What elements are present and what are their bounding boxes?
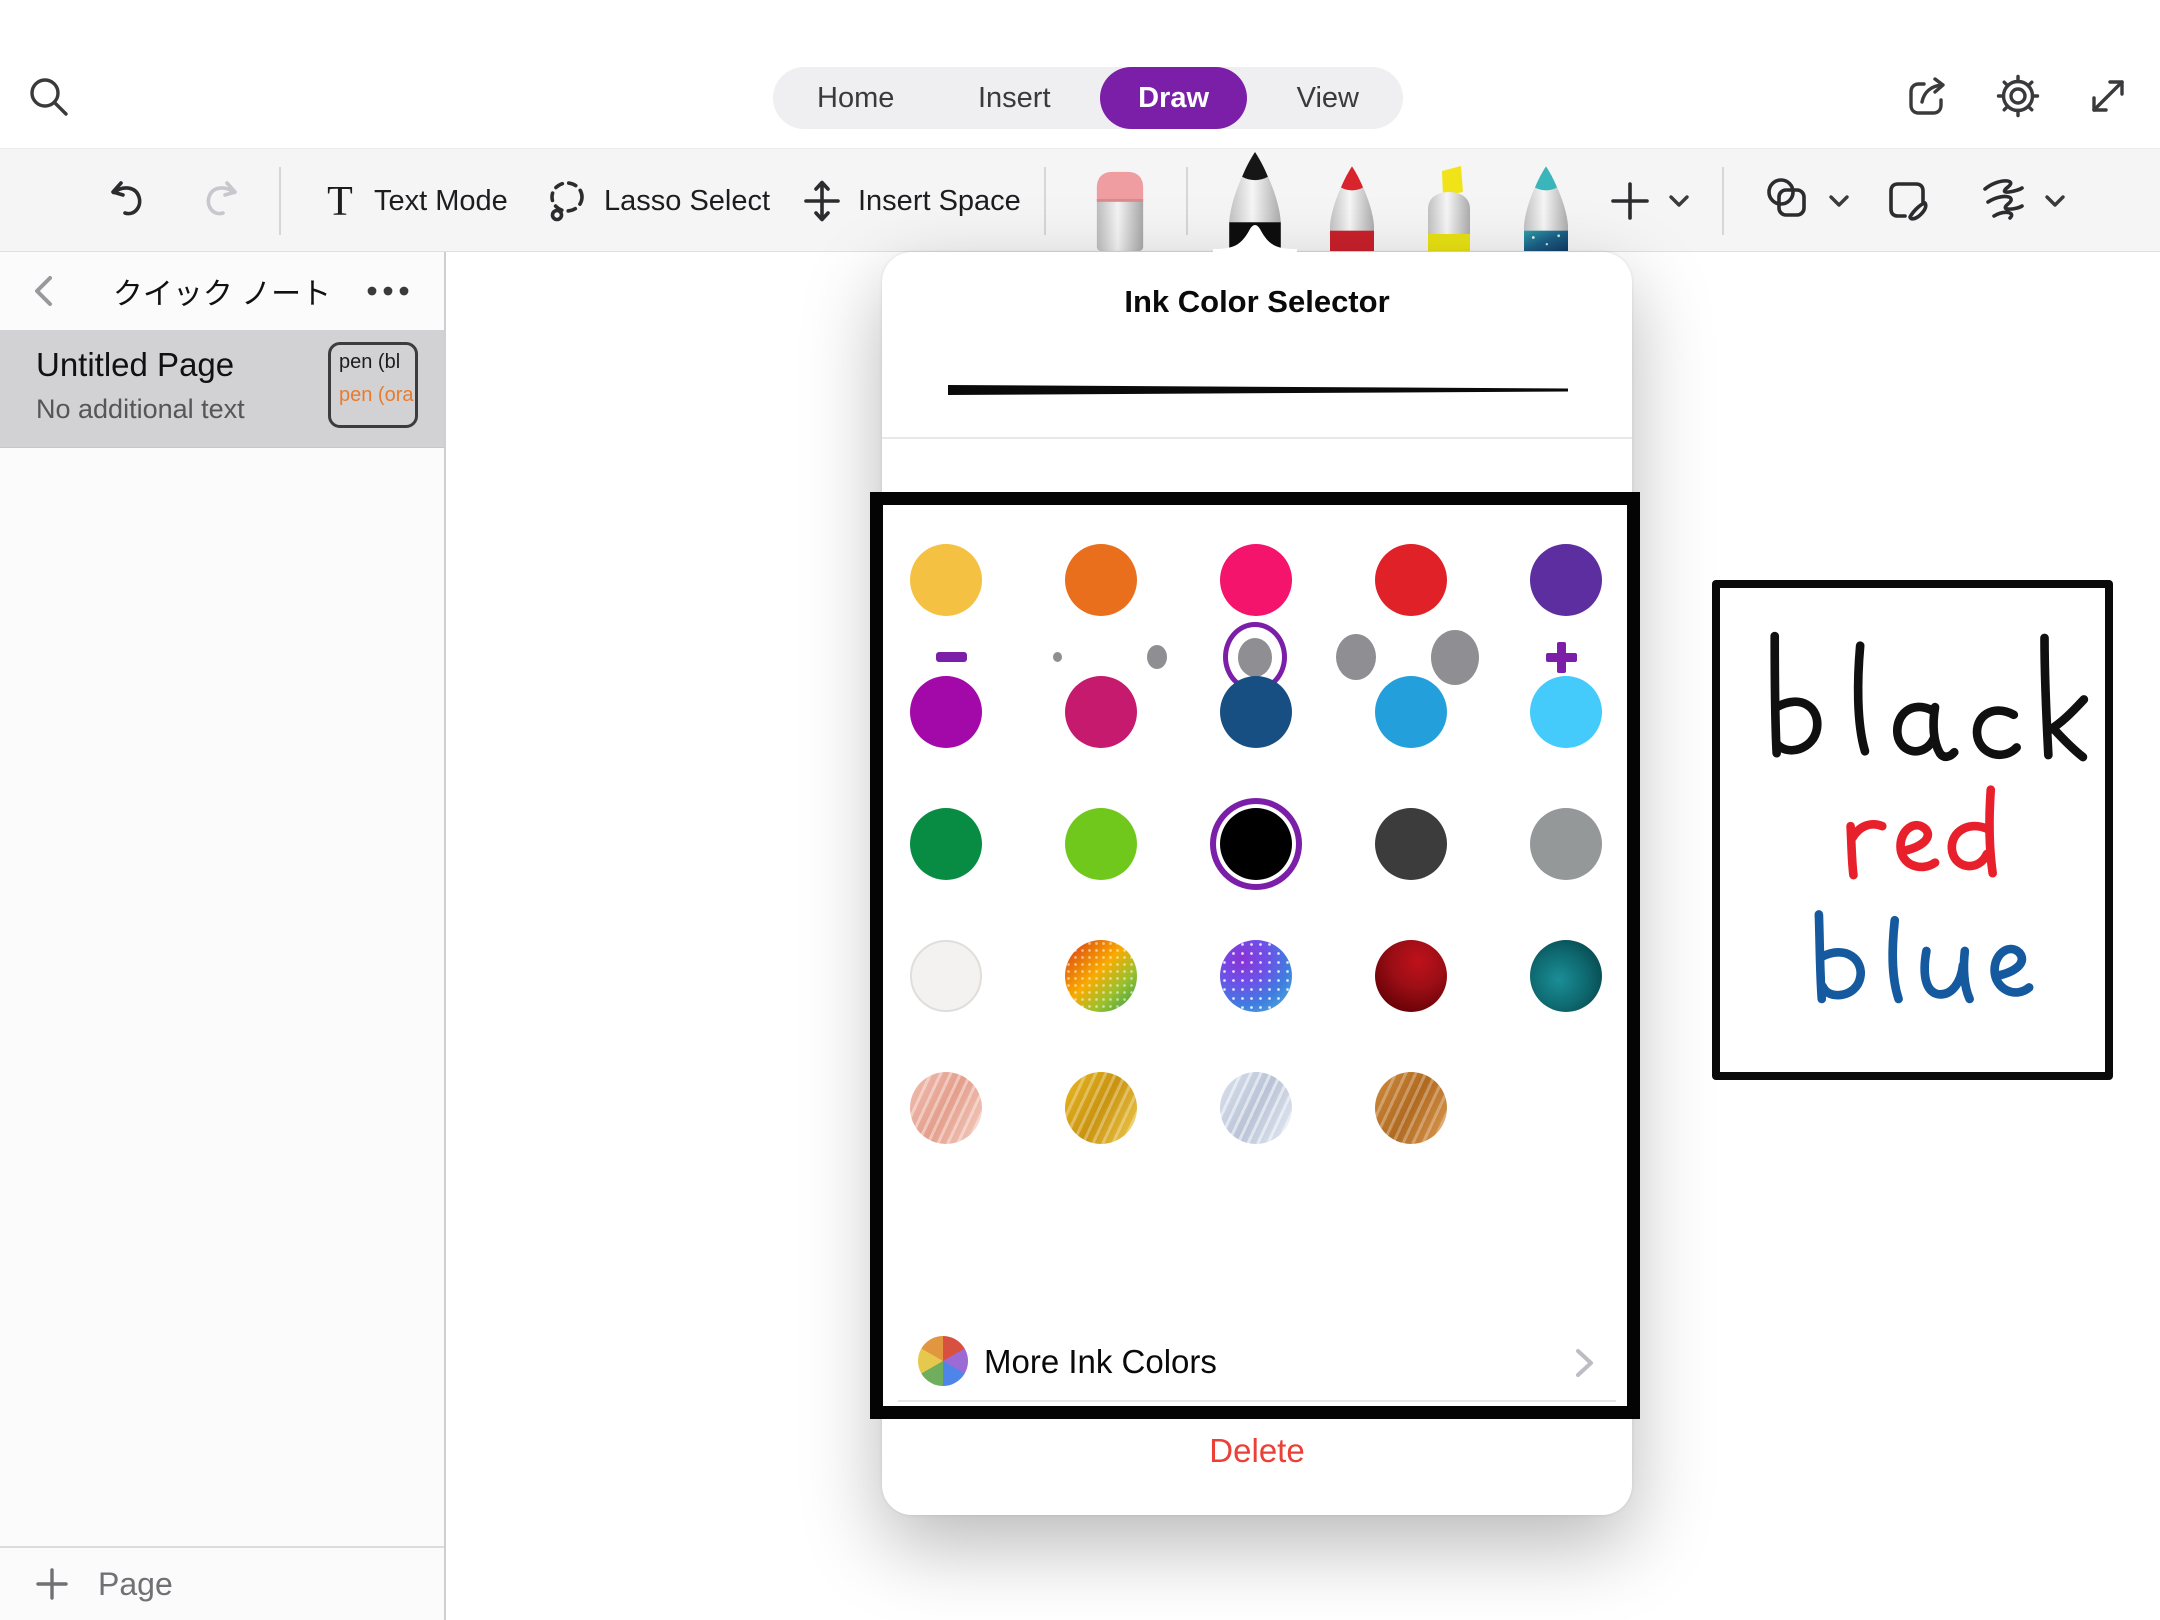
delete-pen-button[interactable]: Delete — [882, 1432, 1632, 1470]
onenote-app: Home Insert Draw View — [0, 0, 2160, 1620]
text-mode-icon: T — [318, 177, 362, 225]
ink-swatch-pink[interactable] — [1220, 544, 1292, 616]
ink-swatch-black[interactable] — [1220, 808, 1292, 880]
eraser-tool[interactable] — [1088, 170, 1152, 251]
text-mode-button[interactable]: T Text Mode — [318, 149, 508, 253]
ink-swatch-blue[interactable] — [1375, 676, 1447, 748]
chevron-down-icon — [2042, 188, 2068, 214]
redo-button[interactable] — [196, 149, 244, 253]
handwriting-annotation-box — [1712, 580, 2113, 1080]
insert-space-button[interactable]: Insert Space — [798, 149, 1021, 253]
ribbon-divider — [279, 167, 281, 235]
ink-swatch-copper[interactable] — [1375, 1072, 1447, 1144]
ribbon-divider — [1186, 167, 1188, 235]
ink-swatch-gray[interactable] — [1530, 808, 1602, 880]
ink-swatch-teal-marble[interactable] — [1530, 940, 1602, 1012]
ink-swatch-magenta[interactable] — [910, 676, 982, 748]
lasso-icon — [542, 176, 592, 226]
ink-color-grid — [882, 252, 1632, 1312]
chevron-down-icon — [1826, 188, 1852, 214]
text-mode-label: Text Mode — [374, 185, 508, 218]
ink-swatch-red[interactable] — [1375, 544, 1447, 616]
page-list-item[interactable]: Untitled Page No additional text pen (bl… — [0, 330, 444, 448]
notebook-title: クイック ノート — [113, 269, 331, 313]
ribbon-tab-bar: Home Insert Draw View — [773, 67, 1403, 129]
ink-note-icon — [1883, 176, 1933, 226]
ink-color-selector-popup: Ink Color Selector More Ink Colors Delet… — [882, 252, 1632, 1515]
insert-space-icon — [798, 177, 846, 225]
popup-callout-arrow — [1213, 220, 1297, 254]
search-icon[interactable] — [24, 72, 72, 120]
ink-swatch-dark-blue[interactable] — [1220, 676, 1292, 748]
ink-swatch-ruby[interactable] — [1375, 940, 1447, 1012]
ink-replay-button[interactable] — [1978, 149, 2068, 253]
lasso-select-button[interactable]: Lasso Select — [542, 149, 770, 253]
svg-text:T: T — [327, 179, 353, 225]
ink-swatch-light-green[interactable] — [1065, 808, 1137, 880]
expand-icon[interactable] — [2086, 74, 2130, 118]
ink-swatch-rainbow-glitter[interactable] — [1065, 940, 1137, 1012]
chevron-right-icon — [1570, 1346, 1598, 1380]
divider — [898, 1400, 1616, 1402]
ink-swatch-orange[interactable] — [1065, 544, 1137, 616]
back-chevron-icon[interactable] — [26, 272, 62, 310]
settings-gear-icon[interactable] — [1994, 72, 2042, 120]
ink-swatch-raspberry[interactable] — [1065, 676, 1137, 748]
tab-home[interactable]: Home — [783, 67, 928, 129]
plus-icon — [32, 1564, 72, 1604]
page-list-sidebar: クイック ノート Untitled Page No additional tex… — [0, 252, 446, 1620]
thumbnail-ink-line: pen (ora — [339, 384, 415, 407]
page-subtitle: No additional text — [36, 394, 245, 425]
ink-swatch-dark-gray[interactable] — [1375, 808, 1447, 880]
add-page-button[interactable]: Page — [0, 1546, 444, 1620]
lasso-select-label: Lasso Select — [604, 185, 770, 218]
add-page-label: Page — [98, 1566, 173, 1603]
ink-swatch-white[interactable] — [910, 940, 982, 1012]
ink-swatch-yellow[interactable] — [910, 544, 982, 616]
red-pen-tool[interactable] — [1315, 163, 1389, 251]
galaxy-pen-tool[interactable] — [1509, 163, 1583, 251]
shapes-icon — [1762, 175, 1814, 227]
share-icon[interactable] — [1904, 72, 1952, 120]
thumbnail-ink-line: pen (bl — [339, 351, 415, 374]
ink-swatch-galaxy[interactable] — [1220, 940, 1292, 1012]
ink-to-shape-button[interactable] — [1883, 149, 1933, 253]
top-bar: Home Insert Draw View — [0, 0, 2160, 148]
ink-replay-icon — [1978, 175, 2030, 227]
tab-insert[interactable]: Insert — [944, 67, 1085, 129]
sidebar-header: クイック ノート — [0, 252, 444, 330]
more-ink-colors-label: More Ink Colors — [984, 1343, 1217, 1381]
handwritten-word-blue — [1819, 914, 2029, 998]
insert-space-label: Insert Space — [858, 185, 1021, 218]
page-title: Untitled Page — [36, 346, 234, 384]
draw-ribbon: T Text Mode Lasso Select Insert Space — [0, 148, 2160, 252]
ink-swatch-green[interactable] — [910, 808, 982, 880]
add-pen-button[interactable] — [1606, 149, 1692, 253]
ink-swatch-rose-gold[interactable] — [910, 1072, 982, 1144]
yellow-highlighter-tool[interactable] — [1412, 163, 1486, 251]
ink-swatch-light-blue[interactable] — [1530, 676, 1602, 748]
tab-draw[interactable]: Draw — [1100, 67, 1247, 129]
undo-button[interactable] — [104, 149, 152, 253]
more-options-icon[interactable] — [362, 278, 414, 304]
ribbon-divider — [1044, 167, 1046, 235]
chevron-down-icon — [1666, 188, 1692, 214]
tab-view[interactable]: View — [1263, 67, 1393, 129]
more-ink-colors-row[interactable]: More Ink Colors — [882, 1324, 1632, 1400]
ink-swatch-purple[interactable] — [1530, 544, 1602, 616]
ink-swatch-silver[interactable] — [1220, 1072, 1292, 1144]
color-wheel-icon — [918, 1336, 968, 1386]
page-thumbnail: pen (bl pen (ora — [328, 342, 418, 428]
ribbon-divider — [1722, 167, 1724, 235]
handwritten-word-red — [1851, 790, 1993, 875]
handwritten-word-black — [1775, 636, 2084, 757]
shapes-button[interactable] — [1762, 149, 1852, 253]
ink-swatch-gold[interactable] — [1065, 1072, 1137, 1144]
